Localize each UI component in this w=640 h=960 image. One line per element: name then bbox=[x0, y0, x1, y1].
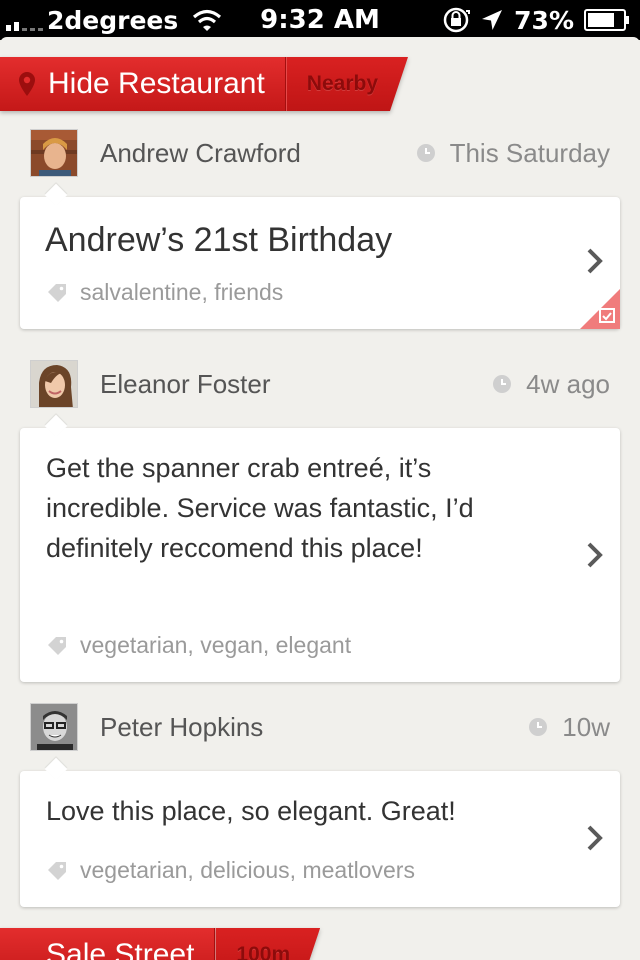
map-pin-icon bbox=[19, 72, 35, 96]
post-time: 4w ago bbox=[526, 368, 610, 399]
post-header: Eleanor Foster 4w ago bbox=[30, 360, 610, 410]
avatar[interactable] bbox=[30, 129, 78, 177]
chevron-right-icon[interactable] bbox=[586, 247, 604, 275]
event-title: Andrew’s 21st Birthday bbox=[45, 221, 393, 259]
author-name: Peter Hopkins bbox=[100, 712, 264, 742]
tag-icon bbox=[48, 636, 66, 655]
chevron-right-icon[interactable] bbox=[586, 824, 604, 852]
review-card[interactable]: Love this place, so elegant. Great! vege… bbox=[20, 771, 620, 907]
clock-icon bbox=[493, 375, 512, 393]
tags-text: vegetarian, vegan, elegant bbox=[80, 632, 352, 658]
battery-percentage: 73% bbox=[514, 5, 574, 35]
author-name: Eleanor Foster bbox=[100, 369, 271, 399]
ribbon-title: Hide Restaurant bbox=[48, 67, 265, 100]
nearby-tag: Nearby bbox=[286, 57, 408, 111]
clock-icon bbox=[529, 718, 548, 736]
avatar[interactable] bbox=[30, 703, 78, 751]
event-card[interactable]: Andrew’s 21st Birthday salvalentine, fri… bbox=[20, 197, 620, 329]
review-text: Love this place, so elegant. Great! bbox=[46, 796, 456, 826]
chevron-right-icon[interactable] bbox=[586, 541, 604, 569]
avatar[interactable] bbox=[30, 360, 78, 408]
battery-icon bbox=[584, 9, 629, 31]
review-card[interactable]: Get the spanner crab entreé, it’s incred… bbox=[20, 428, 620, 682]
clock-icon bbox=[416, 144, 435, 162]
calendar-check-icon bbox=[580, 289, 620, 329]
tag-list: salvalentine, friends bbox=[46, 279, 283, 306]
rotation-lock-icon bbox=[443, 7, 471, 33]
post-header: Andrew Crawford This Saturday bbox=[30, 129, 610, 179]
post-time: 10w bbox=[562, 711, 610, 742]
next-restaurant-ribbon[interactable]: Sale Street 100m bbox=[0, 928, 320, 960]
tag-list: vegetarian, delicious, meatlovers bbox=[46, 857, 415, 884]
tag-list: vegetarian, vegan, elegant bbox=[46, 632, 351, 659]
restaurant-header-ribbon: Hide Restaurant Nearby bbox=[0, 57, 408, 111]
distance-tag: 100m bbox=[215, 928, 320, 960]
post-header: Peter Hopkins 10w bbox=[30, 703, 610, 753]
next-restaurant-title: Sale Street bbox=[0, 928, 216, 960]
status-bar: 2degrees 9:32 AM 73% bbox=[0, 0, 640, 40]
tag-icon bbox=[48, 283, 66, 302]
tags-text: vegetarian, delicious, meatlovers bbox=[80, 857, 415, 883]
tag-icon bbox=[48, 861, 66, 880]
tags-text: salvalentine, friends bbox=[80, 279, 284, 305]
location-arrow-icon bbox=[482, 10, 503, 30]
feed-sheet[interactable]: Hide Restaurant Nearby Andrew Crawford T… bbox=[0, 37, 640, 960]
review-text: Get the spanner crab entreé, it’s incred… bbox=[46, 453, 474, 563]
author-name: Andrew Crawford bbox=[100, 138, 301, 168]
hide-restaurant-button[interactable]: Hide Restaurant bbox=[0, 57, 286, 111]
post-time: This Saturday bbox=[449, 137, 610, 168]
